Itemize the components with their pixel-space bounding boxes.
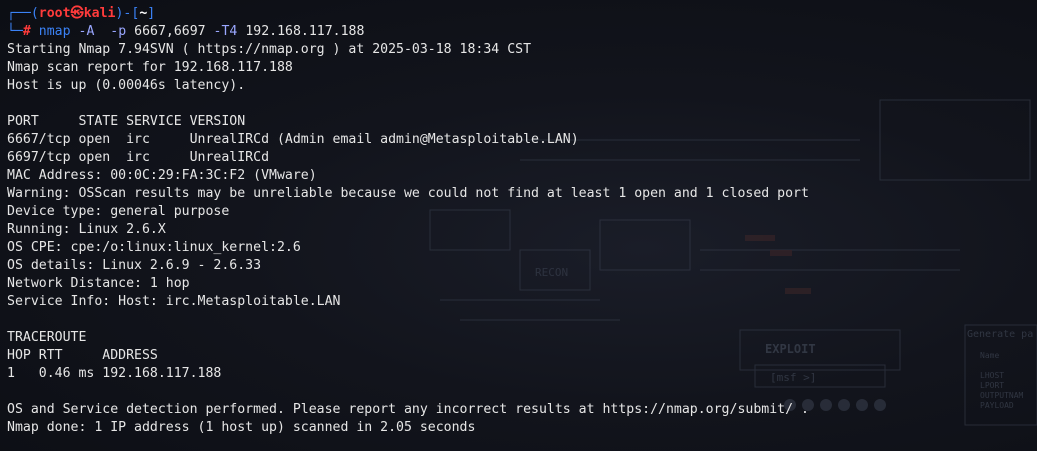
command-target: 192.168.117.188 [245,24,365,39]
output-line: MAC Address: 00:0C:29:FA:3C:F2 (VMware) [7,168,317,183]
prompt-corner-bottom: └─ [7,24,23,39]
output-line: OS CPE: cpe:/o:linux:linux_kernel:2.6 [7,240,301,255]
command-flag-p: -p [110,24,127,39]
output-line: Device type: general purpose [7,204,230,219]
command-ports: 6667,6697 [134,24,206,39]
output-line: OS and Service detection performed. Plea… [7,402,809,417]
output-line: TRACEROUTE [7,330,87,345]
prompt-path-end: ] [147,6,156,21]
terminal-output: ┌──(root㉿kali)-[~] └─# nmap -A -p 6667,6… [7,5,1032,437]
prompt-user: root㉿kali [38,6,116,21]
command-name: nmap [38,24,71,39]
output-line: 6697/tcp open irc UnrealIRCd [7,150,270,165]
output-line: PORT STATE SERVICE VERSION [7,114,246,129]
terminal-window[interactable]: RECON EXPLOIT [msf >] Generate pa Name L… [0,0,1037,451]
output-line: Network Distance: 1 hop [7,276,190,291]
output-line: Host is up (0.00046s latency). [7,78,246,93]
output-line: 6667/tcp open irc UnrealIRCd (Admin emai… [7,132,579,147]
output-line: 1 0.46 ms 192.168.117.188 [7,366,222,381]
prompt-hash: # [22,24,39,39]
command-line[interactable]: └─# nmap -A -p 6667,6697 -T4 192.168.117… [7,23,1032,41]
output-line: Warning: OSScan results may be unreliabl… [7,186,809,201]
output-line: Nmap done: 1 IP address (1 host up) scan… [7,420,476,435]
output-line: Starting Nmap 7.94SVN ( https://nmap.org… [7,42,532,57]
scan-output: Starting Nmap 7.94SVN ( https://nmap.org… [7,41,1032,437]
prompt-line: ┌──(root㉿kali)-[~] [7,5,1032,23]
command-flag-t: -T4 [213,24,238,39]
output-line: Running: Linux 2.6.X [7,222,166,237]
output-line: HOP RTT ADDRESS [7,348,158,363]
prompt-separator: )-[ [115,6,140,21]
command-flag-a: -A [78,24,95,39]
output-line: Service Info: Host: irc.Metasploitable.L… [7,294,341,309]
output-line: OS details: Linux 2.6.9 - 2.6.33 [7,258,262,273]
prompt-corner-top: ┌──( [7,6,39,21]
output-line: Nmap scan report for 192.168.117.188 [7,60,293,75]
